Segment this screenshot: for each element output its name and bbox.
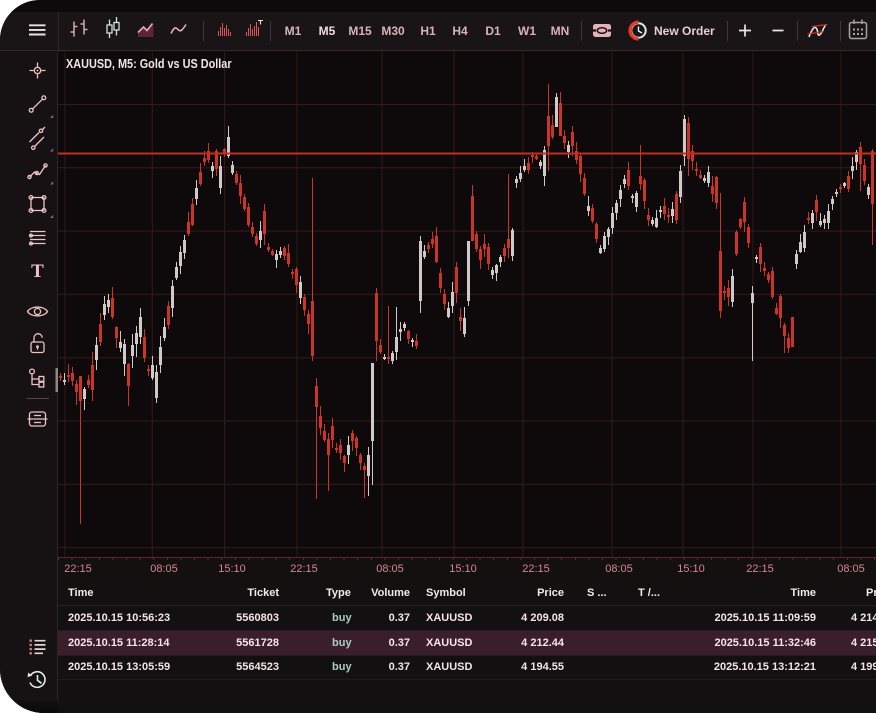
svg-text:T: T: [31, 261, 44, 282]
